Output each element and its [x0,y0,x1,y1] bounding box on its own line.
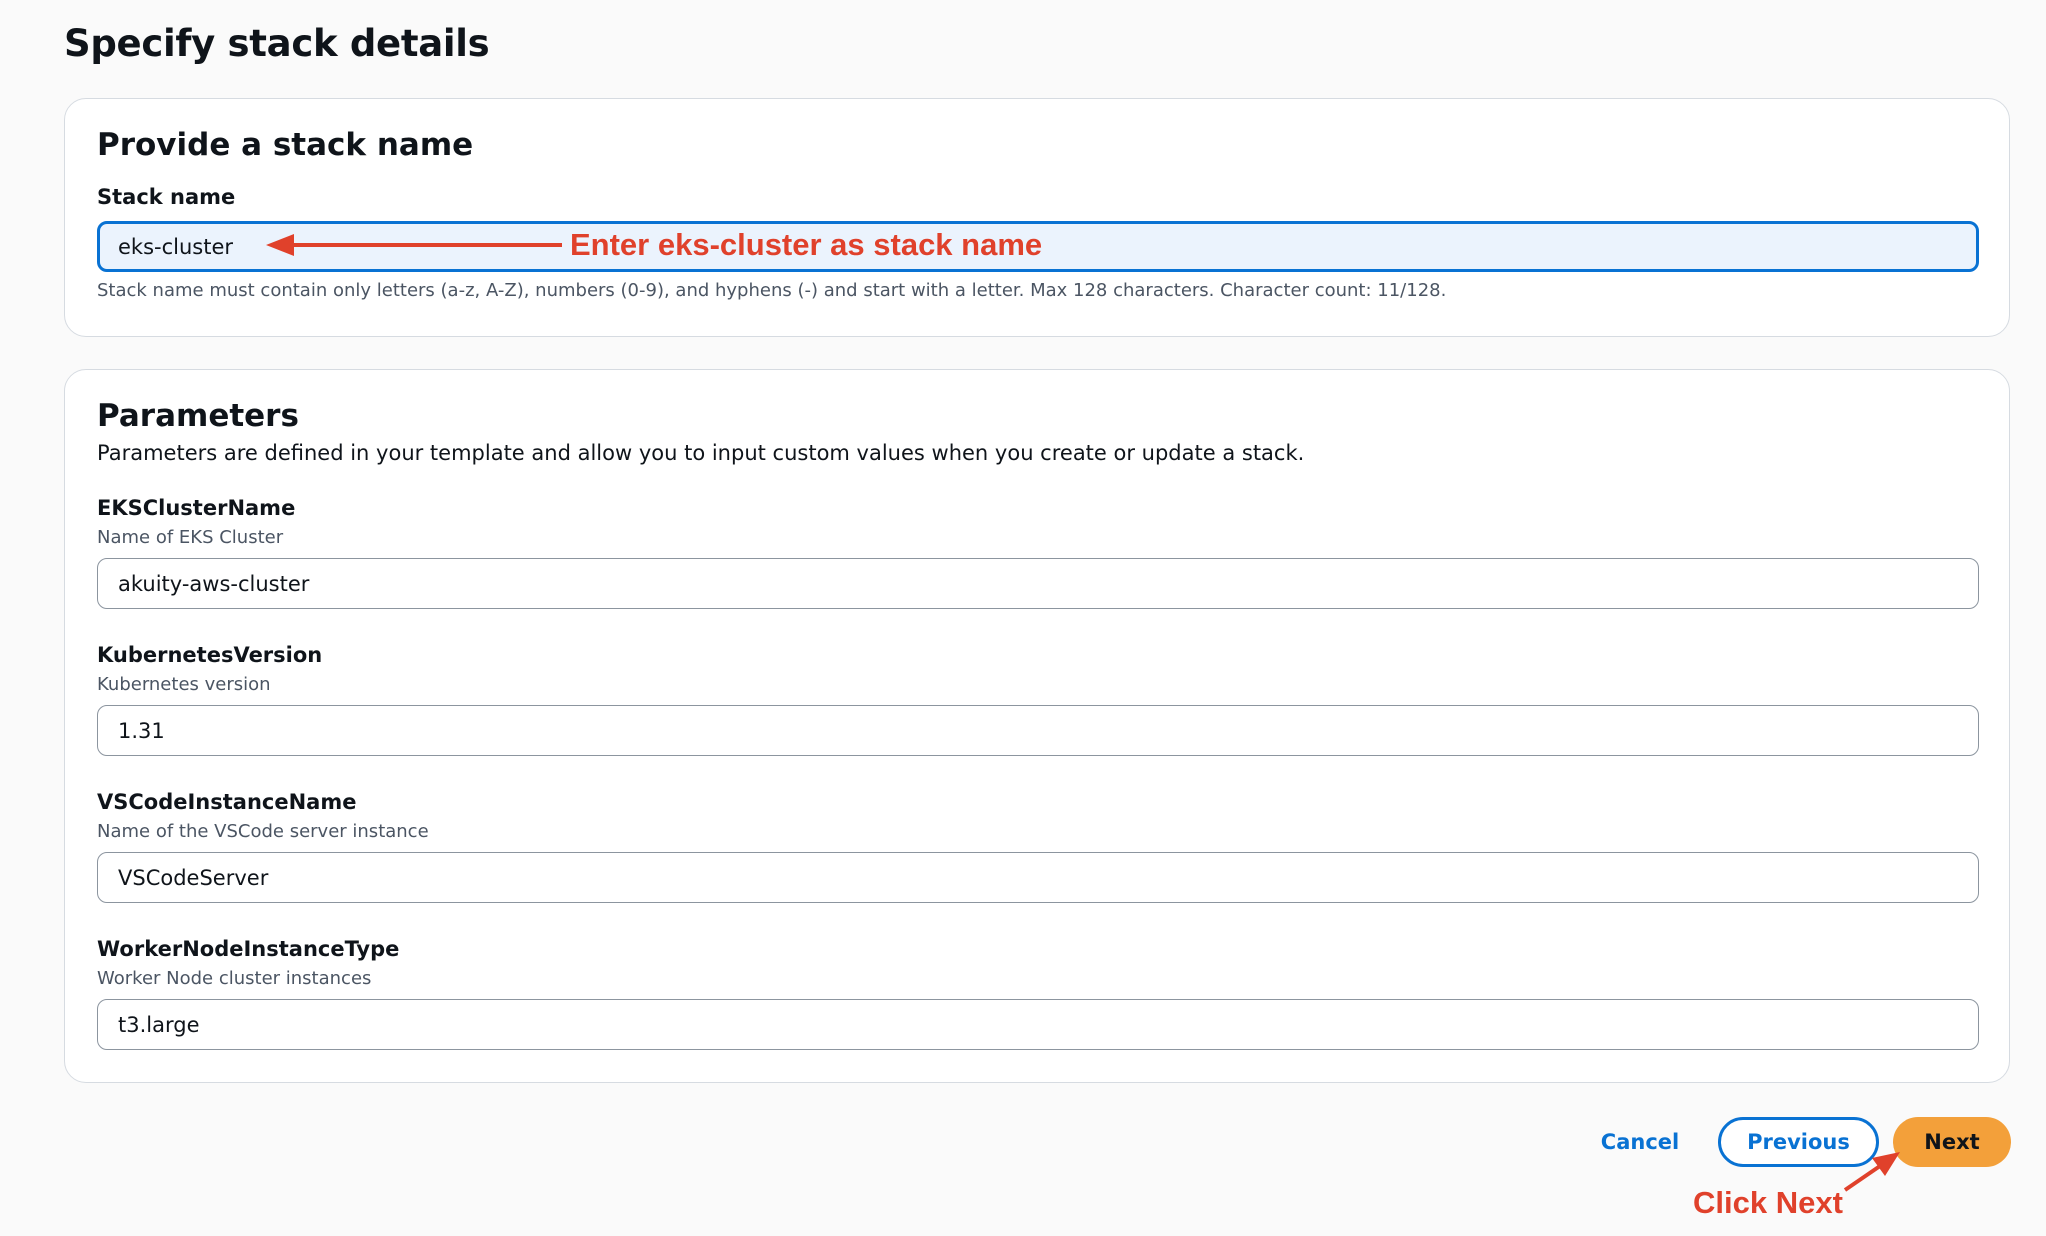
worker-node-instance-type-input[interactable] [97,999,1979,1050]
param-label-kubernetes-version: KubernetesVersion [97,643,323,667]
param-label-vscode-instance-name: VSCodeInstanceName [97,790,357,814]
stack-name-label: Stack name [97,185,236,209]
stack-name-card: Provide a stack name Stack name Stack na… [64,98,2010,337]
param-desc-vscode-instance-name: Name of the VSCode server instance [97,821,429,842]
stack-name-annotation: Enter eks-cluster as stack name [570,227,1043,262]
page-title: Specify stack details [64,22,490,65]
click-next-annotation: Click Next [1693,1185,1843,1220]
stack-name-heading: Provide a stack name [97,127,474,163]
stack-name-constraint: Stack name must contain only letters (a-… [97,280,1447,301]
parameters-heading: Parameters [97,398,299,434]
vscode-instance-name-input[interactable] [97,852,1979,903]
parameters-description: Parameters are defined in your template … [97,441,1305,465]
previous-button[interactable]: Previous [1718,1117,1879,1167]
parameters-card: Parameters Parameters are defined in you… [64,369,2010,1083]
kubernetes-version-input[interactable] [97,705,1979,756]
param-desc-eks-cluster-name: Name of EKS Cluster [97,527,284,548]
param-desc-worker-node-instance-type: Worker Node cluster instances [97,968,372,989]
next-button[interactable]: Next [1893,1117,2011,1167]
eks-cluster-name-input[interactable] [97,558,1979,609]
param-desc-kubernetes-version: Kubernetes version [97,674,271,695]
param-label-worker-node-instance-type: WorkerNodeInstanceType [97,937,400,961]
param-label-eks-cluster-name: EKSClusterName [97,496,296,520]
cancel-button[interactable]: Cancel [1585,1117,1695,1167]
